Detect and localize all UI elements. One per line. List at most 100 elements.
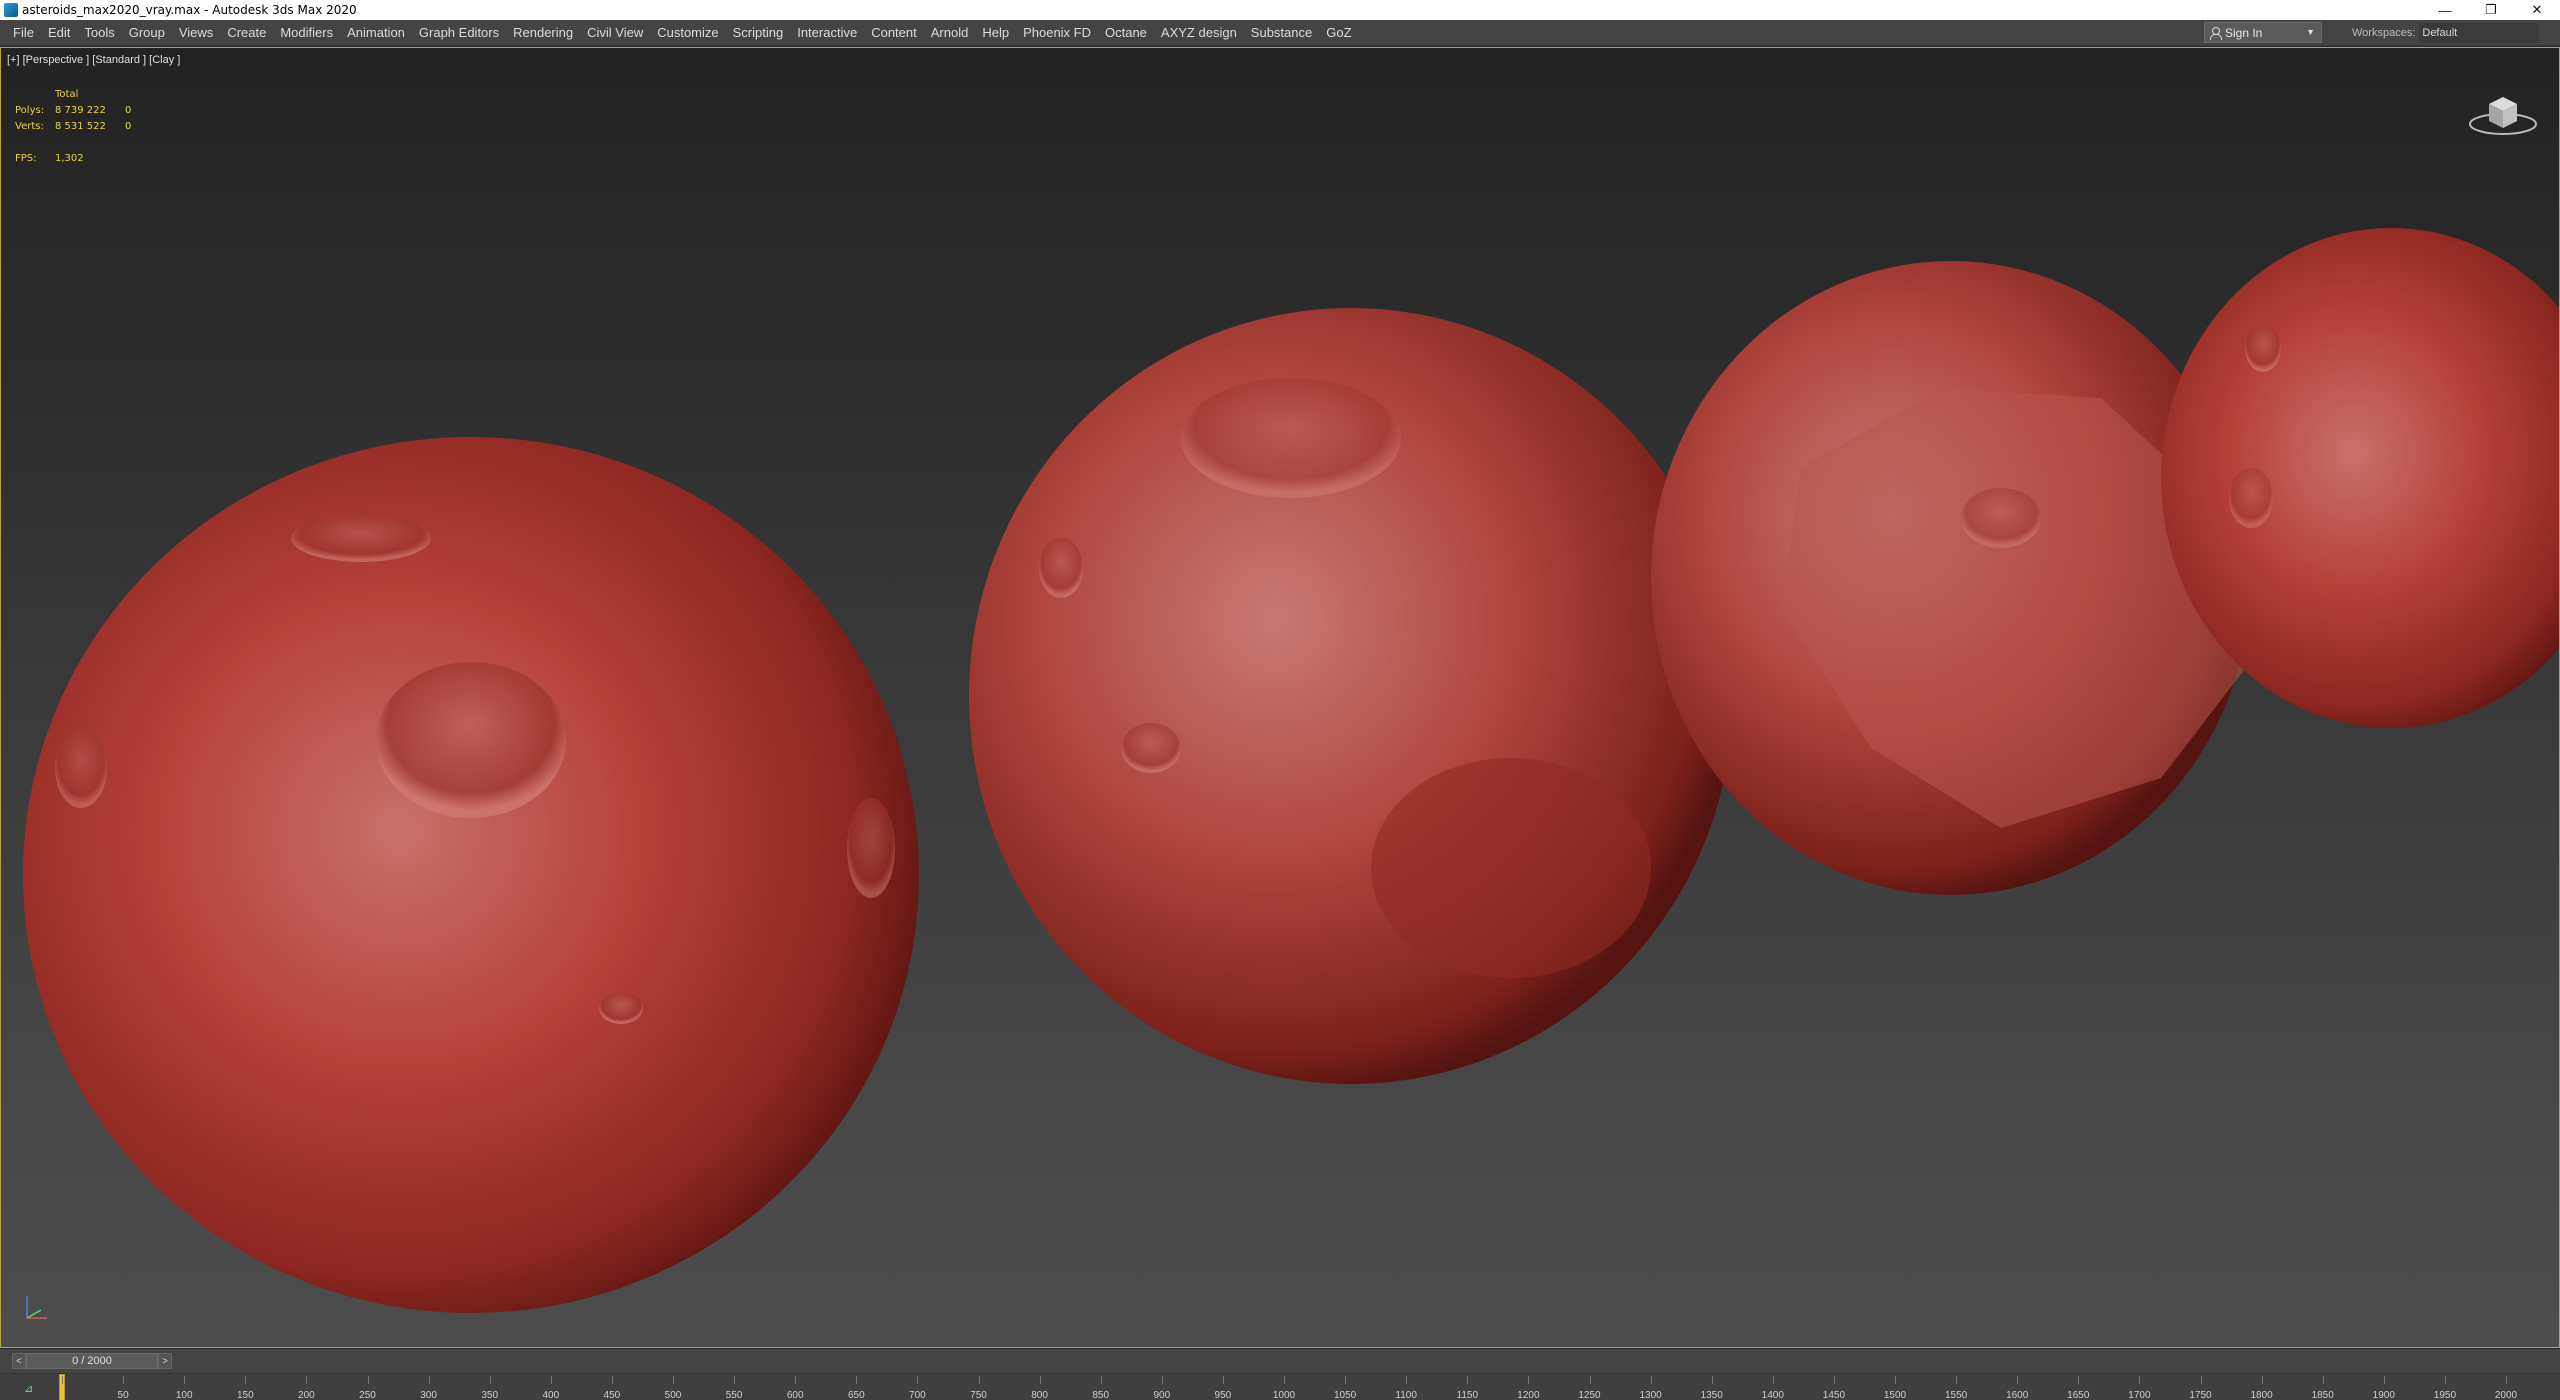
menu-modifiers[interactable]: Modifiers (273, 20, 340, 46)
asteroid-1[interactable] (23, 437, 919, 1313)
timeline-tick-label: 1150 (1456, 1390, 1479, 1400)
menu-customize[interactable]: Customize (650, 20, 725, 46)
timeline-tick-label: 1200 (1517, 1390, 1540, 1400)
viewport-label[interactable]: [+] [Perspective ] [Standard ] [Clay ] (7, 54, 180, 66)
chevron-down-icon: ▼ (2306, 27, 2315, 37)
close-button[interactable]: ✕ (2514, 0, 2560, 20)
timeline-tick-label: 1700 (2128, 1390, 2151, 1400)
timeline-tick-label: 300 (420, 1390, 437, 1400)
timeline-tick-mark (1467, 1376, 1469, 1384)
viewcube-icon[interactable] (2467, 88, 2539, 138)
menu-phoenix-fd[interactable]: Phoenix FD (1016, 20, 1098, 46)
timeline-tick-mark (856, 1376, 858, 1384)
scene-statistics: Total Polys: 8 739 222 0 Verts: 8 531 52… (15, 86, 155, 166)
timeline-tick-mark (1345, 1376, 1347, 1384)
timeline-tick-label: 600 (786, 1390, 804, 1400)
timeline-tick-mark (2078, 1376, 2080, 1384)
window-controls: — ❐ ✕ (2422, 0, 2560, 20)
timeline-tick-mark (428, 1376, 430, 1384)
timeline-tick-label: 1850 (2311, 1390, 2334, 1400)
timeline-tick-mark (611, 1376, 613, 1384)
menu-group[interactable]: Group (122, 20, 172, 46)
timeline-tick-label: 250 (359, 1390, 376, 1400)
menu-arnold[interactable]: Arnold (924, 20, 976, 46)
timeline-tick-mark (1772, 1376, 1774, 1384)
previous-frame-button[interactable]: < (12, 1353, 26, 1369)
timeline-tick-mark (1161, 1376, 1163, 1384)
timeline-tick-mark (2261, 1376, 2263, 1384)
timeline-tick-label: 700 (909, 1390, 926, 1400)
menu-edit[interactable]: Edit (41, 20, 77, 46)
timeline-tick-label: 200 (298, 1390, 315, 1400)
timeline-tick-mark (184, 1376, 186, 1384)
menu-tools[interactable]: Tools (77, 20, 121, 46)
timeline-tick-mark (1711, 1376, 1713, 1384)
time-slider-bar: < 0 / 2000 > (0, 1349, 2560, 1373)
timeline-tick-label: 1350 (1700, 1390, 1723, 1400)
window-title: asteroids_max2020_vray.max - Autodesk 3d… (22, 3, 357, 17)
menu-rendering[interactable]: Rendering (506, 20, 580, 46)
stats-header: Total (55, 88, 79, 100)
menu-graph-editors[interactable]: Graph Editors (412, 20, 506, 46)
verts-selected: 0 (125, 120, 132, 132)
sign-in-dropdown[interactable]: Sign In ▼ (2204, 22, 2322, 43)
menu-civil-view[interactable]: Civil View (580, 20, 650, 46)
timeline-tick-label: 1600 (2006, 1390, 2029, 1400)
workspaces-dropdown[interactable]: Default (2419, 23, 2540, 43)
fps-value: 1,302 (55, 152, 84, 164)
menu-file[interactable]: File (6, 20, 41, 46)
minimize-button[interactable]: — (2422, 0, 2468, 20)
axis-tripod-icon (26, 1296, 47, 1319)
timeline-tick-label: 1000 (1272, 1390, 1296, 1400)
scene-render (23, 228, 2559, 1313)
menu-interactive[interactable]: Interactive (790, 20, 864, 46)
polys-selected: 0 (125, 104, 132, 116)
menu-goz[interactable]: GoZ (1319, 20, 1358, 46)
menu-views[interactable]: Views (172, 20, 220, 46)
menu-help[interactable]: Help (975, 20, 1016, 46)
menu-substance[interactable]: Substance (1244, 20, 1319, 46)
timeline-tick-label: 1650 (2067, 1390, 2090, 1400)
key-filter-icon[interactable]: ⊿ (24, 1382, 33, 1395)
menu-scripting[interactable]: Scripting (726, 20, 791, 46)
timeline-tick-mark (1833, 1376, 1835, 1384)
timeline-tick-mark (917, 1376, 919, 1384)
workspaces-selector: Workspaces: Default (2352, 20, 2540, 46)
timeline-tick-label: 350 (481, 1390, 499, 1400)
timeline-tick-label: 150 (236, 1390, 254, 1400)
timeline-tick-label: 950 (1214, 1390, 1232, 1400)
asteroid-2[interactable] (969, 308, 1733, 1084)
next-frame-button[interactable]: > (158, 1353, 172, 1369)
workspaces-label: Workspaces: (2352, 27, 2416, 39)
menu-axyz-design[interactable]: AXYZ design (1154, 20, 1244, 46)
timeline-tick-label: 750 (970, 1390, 987, 1400)
polys-total: 8 739 222 (55, 104, 106, 116)
menu-create[interactable]: Create (220, 20, 273, 46)
timeline-tick-mark (1406, 1376, 1408, 1384)
timeline-tick-label: 450 (603, 1390, 621, 1400)
timeline-tick-mark (1650, 1376, 1652, 1384)
timeline-tick-label: 550 (725, 1390, 743, 1400)
perspective-viewport[interactable]: [+] [Perspective ] [Standard ] [Clay ] T… (0, 47, 2560, 1348)
timeline-tick-mark (2506, 1376, 2507, 1384)
menu-animation[interactable]: Animation (340, 20, 412, 46)
time-slider[interactable]: 0 / 2000 (26, 1353, 158, 1369)
timeline-tick-label: 650 (847, 1390, 865, 1400)
asteroid-3[interactable] (1651, 261, 2261, 895)
track-bar[interactable]: ⊿ 50 100 150 200 250 300 350 400 450 500 550 600 650… (0, 1373, 2560, 1400)
menu-octane[interactable]: Octane (1098, 20, 1154, 46)
timeline-tick-mark (1528, 1376, 1530, 1384)
polys-label: Polys: (15, 104, 45, 116)
timeline-tick-label: 2000 (2494, 1390, 2518, 1400)
timeline-tick-mark (1589, 1376, 1591, 1384)
timeline-tick-mark (1956, 1376, 1958, 1384)
sign-in-label: Sign In (2225, 25, 2263, 40)
menu-content[interactable]: Content (864, 20, 924, 46)
verts-label: Verts: (15, 120, 44, 132)
timeline-tick-label: 1950 (2433, 1390, 2457, 1400)
app-icon (4, 3, 18, 17)
restore-button[interactable]: ❐ (2468, 0, 2514, 20)
timeline-tick-mark (550, 1376, 552, 1384)
timeline-tick-mark (1895, 1376, 1896, 1384)
timeline-tick-mark (734, 1376, 736, 1384)
